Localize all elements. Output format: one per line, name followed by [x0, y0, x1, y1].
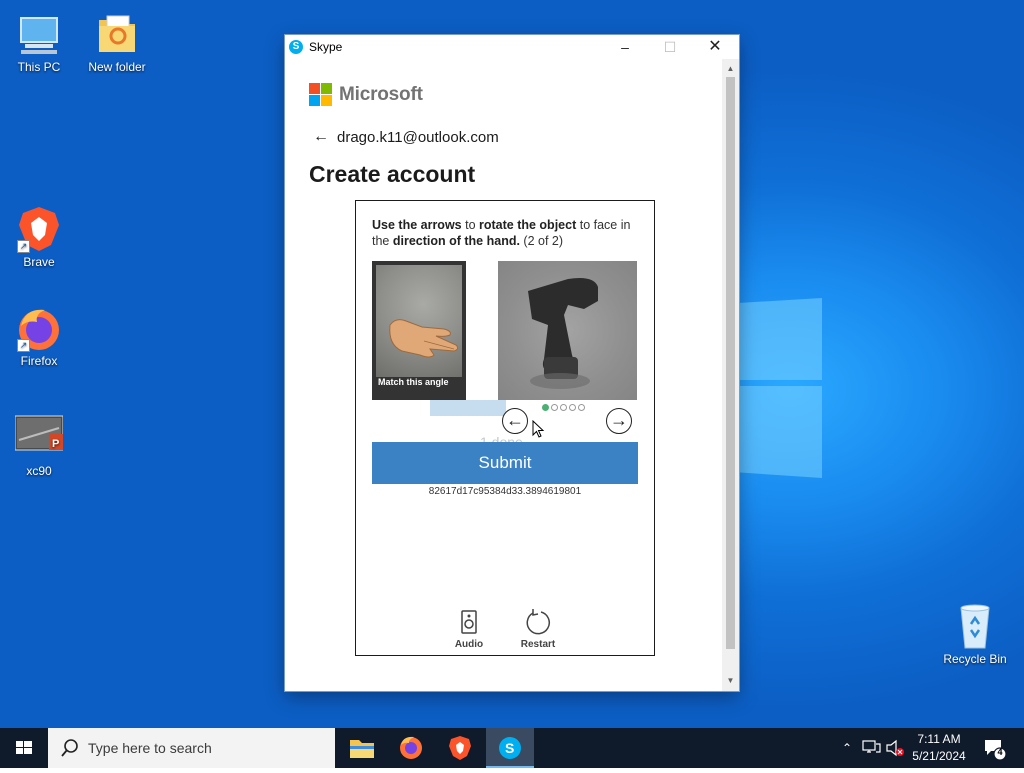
- taskbar: Type here to search S ⌃ 7:11 AM 5/21/202…: [0, 728, 1024, 768]
- progress-dot: [542, 404, 549, 411]
- skype-window: S Skype – ☐ ✕ ▲ ▼ Microsoft ← drago.k11@…: [285, 35, 739, 691]
- taskbar-skype[interactable]: S: [486, 728, 534, 768]
- recycle-bin-icon: [951, 602, 999, 650]
- shortcut-arrow-icon: ↗: [17, 240, 30, 253]
- progress-dot: [560, 404, 567, 411]
- reference-caption: Match this angle: [378, 377, 449, 387]
- minimize-button[interactable]: –: [602, 35, 648, 59]
- windows-start-icon: [16, 741, 32, 754]
- powerpoint-file-icon: P: [14, 414, 64, 462]
- scroll-up-icon[interactable]: ▲: [722, 61, 739, 77]
- drill-image: [528, 278, 598, 389]
- desktop-icon-firefox[interactable]: ↗ Firefox: [1, 304, 77, 368]
- action-center-button[interactable]: 4: [980, 728, 1010, 768]
- desktop-icon-brave[interactable]: ↗ Brave: [1, 205, 77, 269]
- desktop-icon-label: This PC: [17, 60, 61, 74]
- close-button[interactable]: ✕: [692, 35, 738, 59]
- volume-muted-icon: [886, 739, 904, 757]
- firefox-icon: ↗: [15, 304, 63, 352]
- svg-text:S: S: [505, 740, 514, 756]
- shortcut-arrow-icon: ↗: [17, 339, 30, 352]
- hand-image: [389, 319, 459, 358]
- window-title: Skype: [309, 40, 343, 54]
- page-title: Create account: [309, 161, 476, 187]
- desktop-icon-xc90[interactable]: P xc90: [1, 414, 77, 478]
- brave-icon: ↗: [15, 205, 63, 253]
- chevron-up-icon: ⌃: [841, 741, 853, 755]
- taskbar-firefox[interactable]: [387, 728, 435, 768]
- audio-label: Audio: [454, 639, 484, 650]
- desktop-icon-recycle-bin[interactable]: Recycle Bin: [937, 602, 1013, 666]
- desktop-icon-label: xc90: [26, 464, 52, 478]
- scroll-down-icon[interactable]: ▼: [722, 673, 739, 689]
- captcha-challenge: Use the arrows to rotate the object to f…: [355, 200, 655, 656]
- network-icon: [862, 740, 881, 753]
- microsoft-logo: Microsoft: [309, 83, 423, 106]
- account-back-row[interactable]: ← drago.k11@outlook.com: [313, 128, 499, 146]
- progress-dot: [578, 404, 585, 411]
- clock-date: 5/21/2024: [912, 749, 966, 763]
- taskbar-clock[interactable]: 7:11 AM 5/21/2024: [905, 731, 973, 765]
- desktop-icon-label: New folder: [88, 60, 146, 74]
- restart-button[interactable]: Restart: [513, 609, 563, 650]
- taskbar-search-box[interactable]: Type here to search: [48, 728, 335, 768]
- notification-count: 4: [997, 747, 1003, 757]
- desktop-icon-label: Firefox: [20, 354, 58, 368]
- desktop-icon-this-pc[interactable]: This PC: [1, 10, 77, 74]
- scrollbar-thumb[interactable]: [726, 77, 735, 649]
- mouse-cursor-icon: [532, 420, 545, 438]
- submit-button[interactable]: Submit: [372, 442, 638, 484]
- microsoft-logo-icon: [309, 83, 332, 106]
- audio-button[interactable]: Audio: [444, 609, 494, 650]
- rotatable-object-image: [498, 261, 637, 400]
- volume-status[interactable]: [884, 728, 906, 768]
- arrow-right-icon: →: [610, 410, 628, 430]
- show-hidden-icons-button[interactable]: ⌃: [838, 728, 856, 768]
- skype-icon: S: [499, 737, 521, 759]
- desktop-icon-label: Recycle Bin: [943, 652, 1007, 666]
- progress-dot: [551, 404, 558, 411]
- skype-icon: S: [289, 40, 303, 54]
- computer-icon: [15, 10, 63, 58]
- brave-icon: [449, 736, 471, 760]
- windows-logo-wallpaper: [740, 290, 822, 480]
- speaker-icon: [456, 609, 482, 635]
- scrollbar[interactable]: ▲ ▼: [722, 59, 739, 691]
- restart-icon: [525, 609, 551, 635]
- taskbar-file-explorer[interactable]: [338, 728, 386, 768]
- progress-dots: [542, 404, 585, 411]
- network-status[interactable]: [860, 728, 882, 768]
- desktop-icon-label: Brave: [23, 255, 55, 269]
- notification-icon: [985, 740, 1007, 761]
- back-arrow-icon[interactable]: ←: [313, 128, 329, 146]
- taskbar-brave[interactable]: [436, 728, 484, 768]
- firefox-icon: [400, 736, 422, 759]
- session-token: 82617d17c95384d33.3894619801: [428, 486, 582, 497]
- search-placeholder: Type here to search: [88, 740, 212, 756]
- rotate-left-button[interactable]: ←: [502, 408, 528, 434]
- restart-label: Restart: [520, 639, 556, 650]
- progress-bar: [430, 400, 506, 416]
- folder-icon: [93, 10, 141, 58]
- arrow-left-icon: ←: [506, 410, 524, 430]
- account-email: drago.k11@outlook.com: [337, 128, 499, 146]
- reference-image: Match this angle: [372, 261, 466, 400]
- desktop-icon-new-folder[interactable]: New folder: [79, 10, 155, 74]
- start-button[interactable]: [0, 728, 48, 768]
- clock-time: 7:11 AM: [917, 732, 961, 746]
- progress-dot: [569, 404, 576, 411]
- rotate-right-button[interactable]: →: [606, 408, 632, 434]
- brand-name: Microsoft: [339, 83, 423, 105]
- search-icon: [61, 739, 78, 757]
- svg-text:P: P: [52, 438, 59, 450]
- maximize-button[interactable]: ☐: [647, 35, 693, 59]
- file-explorer-icon: [350, 740, 374, 758]
- challenge-instructions: Use the arrows to rotate the object to f…: [372, 218, 631, 248]
